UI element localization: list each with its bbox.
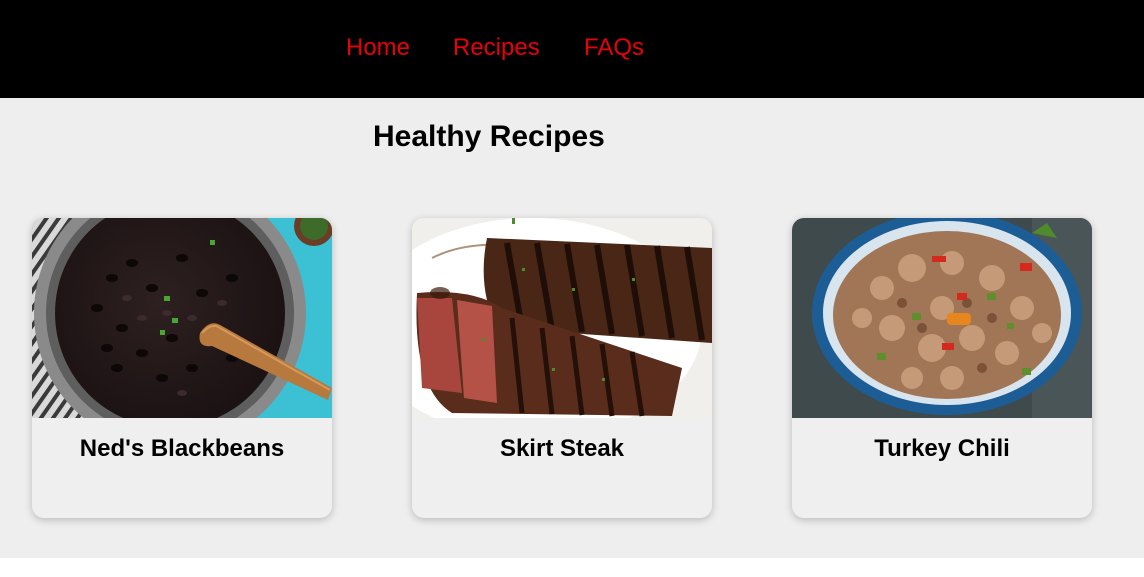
recipe-image-blackbeans	[32, 218, 332, 418]
main-content: Healthy Recipes Ned's Blackbeans Skirt S…	[0, 98, 1144, 558]
recipe-card-skirt-steak[interactable]: Skirt Steak	[412, 218, 712, 518]
recipe-card-turkey-chili[interactable]: Turkey Chili	[792, 218, 1092, 518]
recipe-image-skirt-steak	[412, 218, 712, 418]
recipe-title: Skirt Steak	[499, 435, 625, 462]
recipe-title: Turkey Chili	[874, 435, 1010, 462]
recipe-title: Ned's Blackbeans	[79, 435, 285, 462]
nav-link-faqs[interactable]: FAQs	[584, 33, 644, 63]
recipe-image-turkey-chili	[792, 218, 1092, 418]
recipe-card-blackbeans[interactable]: Ned's Blackbeans	[32, 218, 332, 518]
page-title: Healthy Recipes	[373, 120, 605, 153]
nav-link-home[interactable]: Home	[346, 33, 410, 63]
top-nav: Home Recipes FAQs	[0, 0, 1144, 98]
nav-link-recipes[interactable]: Recipes	[453, 33, 540, 63]
